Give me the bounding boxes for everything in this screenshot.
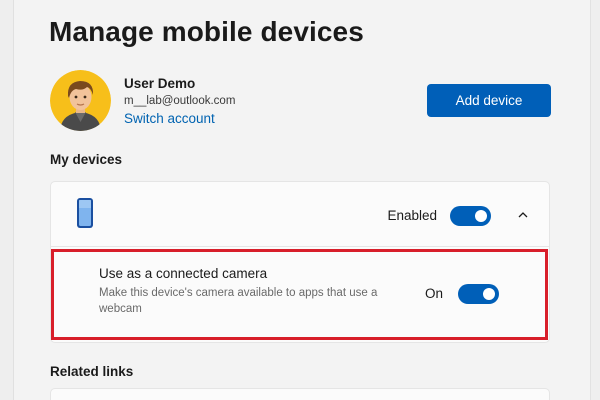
smartphone-icon: [77, 198, 93, 228]
related-links-card: [50, 388, 550, 400]
connected-camera-state-label: On: [425, 286, 444, 301]
user-avatar-icon: [50, 70, 111, 131]
connected-camera-title: Use as a connected camera: [99, 266, 268, 281]
user-email: m__lab@outlook.com: [124, 95, 236, 107]
device-header[interactable]: Enabled: [51, 182, 549, 247]
toggle-knob: [475, 210, 487, 222]
connected-camera-toggle[interactable]: [458, 284, 499, 304]
user-name: User Demo: [124, 76, 196, 91]
related-links-heading: Related links: [50, 364, 134, 379]
window-right-edge: [590, 0, 600, 400]
connected-camera-setting: Use as a connected camera Make this devi…: [51, 247, 549, 343]
window-left-edge: [0, 0, 14, 400]
device-status-label: Enabled: [387, 208, 437, 223]
device-card: Enabled Use as a connected camera Make t…: [50, 181, 550, 343]
device-enabled-toggle[interactable]: [450, 206, 491, 226]
my-devices-heading: My devices: [50, 152, 123, 167]
chevron-up-icon[interactable]: [517, 210, 529, 220]
avatar: [50, 70, 111, 131]
switch-account-link[interactable]: Switch account: [124, 111, 215, 126]
add-device-button[interactable]: Add device: [427, 84, 551, 117]
toggle-knob: [483, 288, 495, 300]
page-title: Manage mobile devices: [49, 16, 364, 47]
connected-camera-description: Make this device's camera available to a…: [99, 287, 378, 315]
